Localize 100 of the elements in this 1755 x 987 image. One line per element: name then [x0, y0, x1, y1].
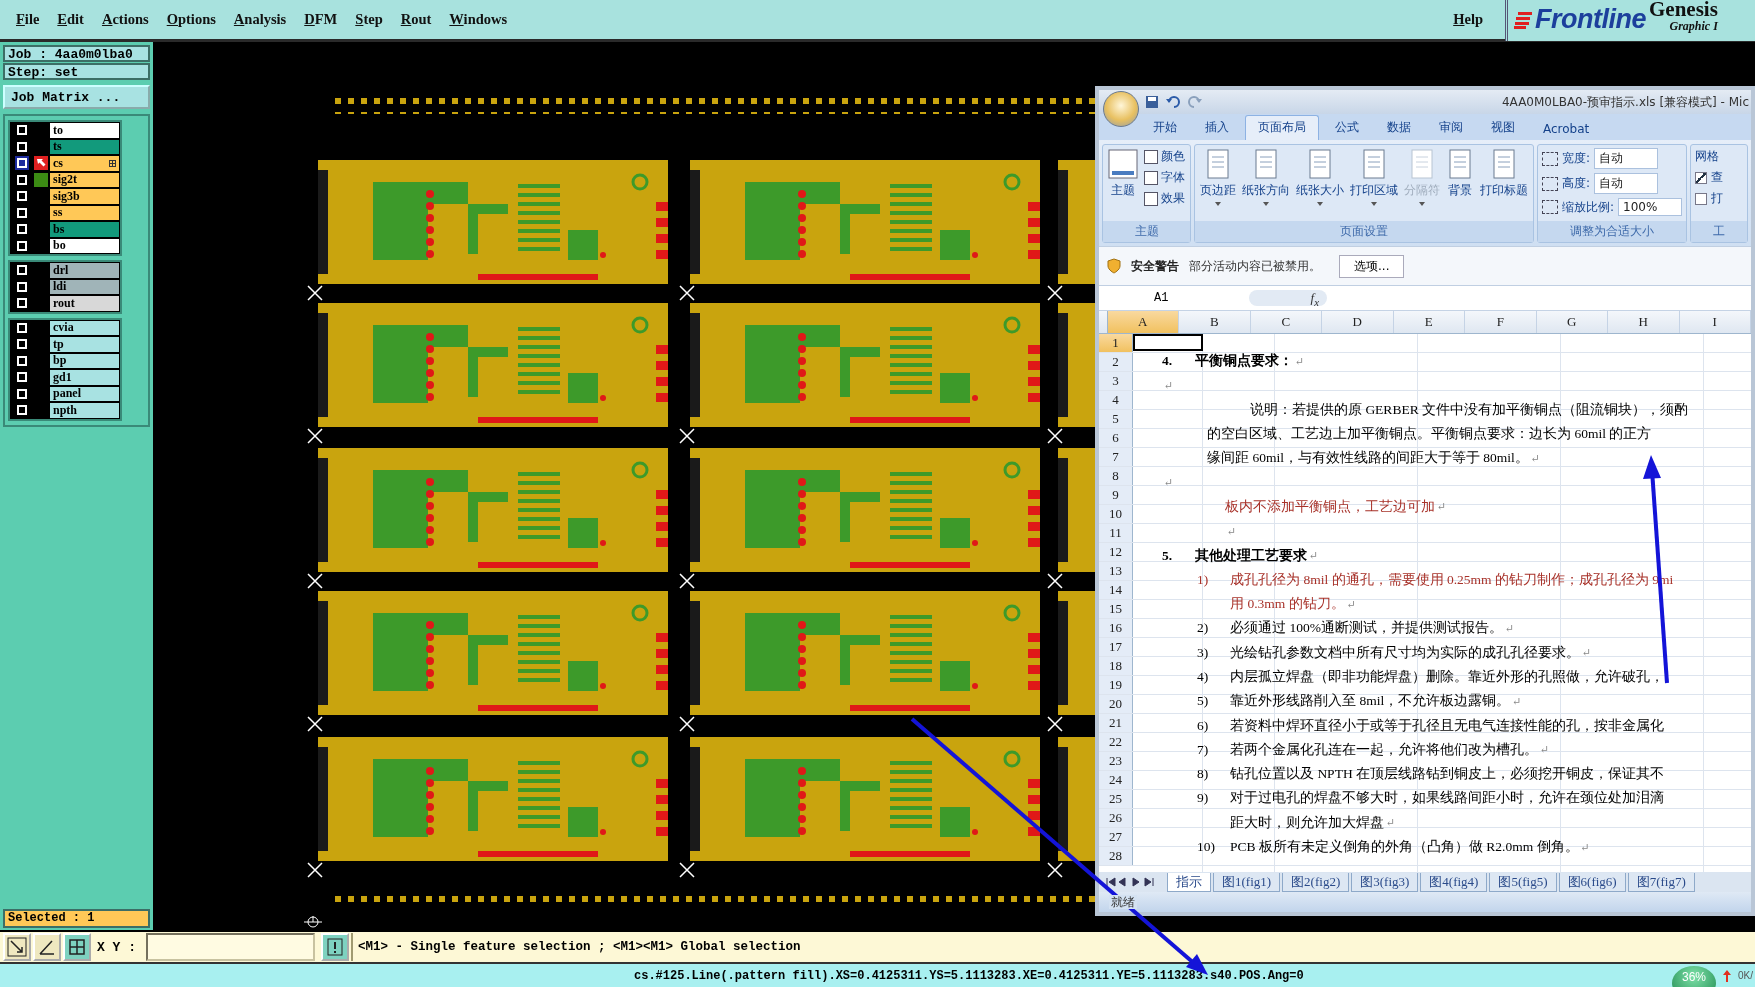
row-header[interactable]: 15 [1099, 600, 1133, 618]
row-header[interactable]: 28 [1099, 847, 1133, 865]
column-header[interactable]: C [1250, 311, 1322, 333]
sheet-tab[interactable]: 图5(fig5) [1489, 872, 1557, 892]
checkbox[interactable] [1695, 192, 1708, 205]
row-header[interactable]: 1 [1099, 334, 1133, 352]
row-header[interactable]: 2 [1099, 353, 1133, 371]
ribbon-button[interactable]: 纸张方向 [1240, 147, 1292, 219]
grid-button[interactable] [63, 933, 91, 961]
row-header[interactable]: 20 [1099, 695, 1133, 713]
row-header[interactable]: 21 [1099, 714, 1133, 732]
row-header[interactable]: 27 [1099, 828, 1133, 846]
row-header[interactable]: 3 [1099, 372, 1133, 390]
layer-checkbox[interactable] [15, 189, 29, 204]
sheet-tab[interactable]: 图3(fig3) [1351, 872, 1419, 892]
layer-checkbox[interactable] [15, 279, 29, 294]
ribbon-button[interactable]: 效果 [1142, 189, 1187, 208]
row-header[interactable]: 16 [1099, 619, 1133, 637]
column-header[interactable]: H [1608, 311, 1680, 333]
angle-button[interactable] [33, 933, 61, 961]
layer-strip[interactable]: tp [50, 337, 119, 352]
column-header[interactable]: I [1679, 311, 1751, 333]
layer-checkbox[interactable] [15, 238, 29, 253]
row-header[interactable]: 13 [1099, 562, 1133, 580]
help-menu[interactable]: Help [1445, 11, 1493, 28]
ribbon-button[interactable]: 字体 [1142, 168, 1187, 187]
layer-checkbox[interactable] [15, 320, 29, 335]
name-box[interactable]: A1 [1099, 291, 1249, 305]
row-header[interactable]: 9 [1099, 486, 1133, 504]
layer-strip[interactable]: ss [50, 205, 119, 220]
sheet-tab[interactable]: 图4(fig4) [1420, 872, 1488, 892]
row-header[interactable]: 4 [1099, 391, 1133, 409]
layer-strip[interactable]: ldi [50, 279, 119, 294]
row-header[interactable]: 19 [1099, 676, 1133, 694]
layer-checkbox[interactable] [15, 370, 29, 385]
height-dropdown[interactable]: 自动 [1594, 173, 1659, 194]
layer-strip[interactable]: bo [50, 238, 119, 253]
row-header[interactable]: 18 [1099, 657, 1133, 675]
layer-strip[interactable]: gd1 [50, 370, 119, 385]
selected-cell[interactable] [1133, 334, 1203, 351]
column-header[interactable]: G [1536, 311, 1608, 333]
column-header[interactable]: B [1179, 311, 1251, 333]
menu-item[interactable]: File [8, 11, 50, 28]
layer-strip[interactable]: drl [50, 263, 119, 278]
ribbon-tab[interactable]: 视图 [1479, 116, 1527, 140]
ribbon-tab[interactable]: 开始 [1141, 116, 1189, 140]
layer-strip[interactable]: ts [50, 139, 119, 154]
layer-strip[interactable]: rout [50, 296, 119, 311]
width-dropdown[interactable]: 自动 [1594, 148, 1659, 169]
sheet-tab[interactable]: 图2(fig2) [1282, 872, 1350, 892]
row-header[interactable]: 22 [1099, 733, 1133, 751]
layer-checkbox[interactable] [15, 296, 29, 311]
ribbon-button[interactable]: 背景 [1444, 147, 1476, 219]
layer-strip[interactable]: cvia [50, 320, 119, 335]
layer-strip[interactable]: panel [50, 386, 119, 401]
row-header[interactable]: 26 [1099, 809, 1133, 827]
ribbon-button[interactable]: 打印区域 [1348, 147, 1400, 219]
sheet-tab[interactable]: 指示 [1167, 872, 1211, 892]
layer-checkbox[interactable] [15, 139, 29, 154]
layer-checkbox[interactable] [15, 156, 29, 171]
options-button[interactable]: 选项... [1339, 254, 1405, 278]
ribbon-button[interactable]: 纸张大小 [1294, 147, 1346, 219]
ribbon-tab[interactable]: 审阅 [1427, 116, 1475, 140]
row-header[interactable]: 12 [1099, 543, 1133, 561]
ribbon-button[interactable]: 页边距 [1198, 147, 1238, 219]
row-header[interactable]: 25 [1099, 790, 1133, 808]
layer-checkbox[interactable] [15, 263, 29, 278]
row-header[interactable]: 14 [1099, 581, 1133, 599]
menu-item[interactable]: Step [347, 11, 393, 28]
ribbon-tab[interactable]: 插入 [1193, 116, 1241, 140]
layer-strip[interactable]: bs [50, 222, 119, 237]
arrow-button[interactable] [3, 933, 31, 961]
layer-checkbox[interactable] [15, 222, 29, 237]
ribbon-tab[interactable]: 页面布局 [1245, 115, 1319, 140]
menu-item[interactable]: Edit [49, 11, 94, 28]
row-header[interactable]: 17 [1099, 638, 1133, 656]
column-header[interactable]: A [1107, 311, 1179, 333]
sheet-tab[interactable]: 图6(fig6) [1558, 872, 1626, 892]
layer-strip[interactable]: sig2t [50, 172, 119, 187]
save-icon[interactable] [1145, 95, 1159, 109]
ribbon-button[interactable]: 颜色 [1142, 147, 1187, 166]
layer-checkbox[interactable] [15, 353, 29, 368]
layer-checkbox[interactable] [15, 172, 29, 187]
layer-checkbox[interactable] [15, 123, 29, 138]
row-header[interactable]: 24 [1099, 771, 1133, 789]
column-header[interactable]: F [1465, 311, 1537, 333]
ribbon-tab[interactable]: 数据 [1375, 116, 1423, 140]
coordinate-field[interactable] [146, 933, 315, 961]
menu-item[interactable]: Analysis [225, 11, 297, 28]
ribbon-tab[interactable]: Acrobat [1531, 119, 1602, 140]
layer-checkbox[interactable] [15, 386, 29, 401]
layer-strip[interactable]: npth [50, 403, 119, 418]
layer-checkbox[interactable] [15, 337, 29, 352]
sheet-tab[interactable]: 图1(fig1) [1213, 872, 1281, 892]
row-header[interactable]: 11 [1099, 524, 1133, 542]
row-header[interactable]: 6 [1099, 429, 1133, 447]
row-header[interactable]: 5 [1099, 410, 1133, 428]
layer-checkbox[interactable] [15, 403, 29, 418]
ribbon-button[interactable]: 打印标题 [1478, 147, 1530, 219]
scale-spinner[interactable]: 100% [1618, 198, 1683, 216]
